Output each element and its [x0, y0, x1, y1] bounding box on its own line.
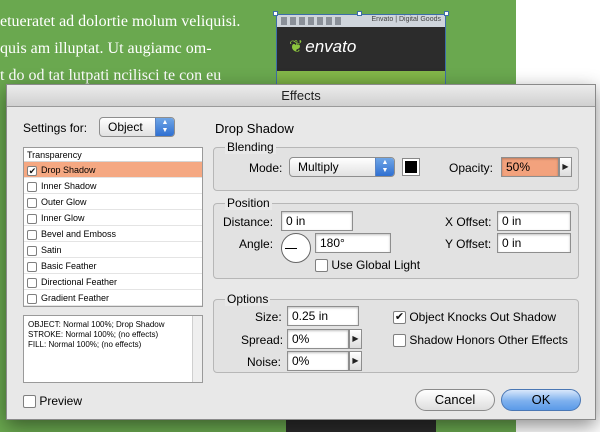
noise-label: Noise: [247, 355, 282, 369]
popup-arrows-icon: ▲ ▼ [375, 158, 394, 176]
browser-toolbar-graphic [281, 17, 341, 25]
effect-item-drop-shadow[interactable]: Drop Shadow [24, 162, 202, 178]
effects-dialog: Effects Settings for: Object ▲ ▼ Transpar… [6, 84, 596, 420]
global-light-label: Use Global Light [331, 258, 421, 272]
effect-label: Directional Feather [41, 277, 118, 287]
effect-checkbox[interactable] [27, 213, 37, 224]
effect-checkbox[interactable] [27, 165, 37, 176]
mode-label: Mode: [249, 161, 283, 175]
effect-checkbox[interactable] [27, 293, 37, 304]
knocks-out-label: Object Knocks Out Shadow [409, 310, 557, 324]
effect-item-directional-feather[interactable]: Directional Feather [24, 274, 202, 290]
effect-item-inner-glow[interactable]: Inner Glow [24, 210, 202, 226]
effect-label: Gradient Feather [41, 293, 110, 303]
noise-field[interactable]: 0% [287, 351, 349, 371]
effect-checkbox[interactable] [27, 245, 37, 256]
opacity-label: Opacity: [449, 161, 494, 175]
effect-item-inner-shadow[interactable]: Inner Shadow [24, 178, 202, 194]
angle-label: Angle: [239, 237, 274, 251]
blend-mode-value: Multiply [298, 160, 339, 174]
opacity-stepper[interactable]: ▶ [559, 157, 572, 177]
section-title: Drop Shadow [215, 121, 294, 136]
effect-checkbox[interactable] [27, 197, 37, 208]
effect-label: Bevel and Emboss [41, 229, 117, 239]
document-text-line: etueratet ad dolortie molum veliquisi. [0, 13, 241, 30]
preview-label: Preview [39, 394, 83, 408]
effect-checkbox[interactable] [27, 229, 37, 240]
effect-item-outer-glow[interactable]: Outer Glow [24, 194, 202, 210]
options-title: Options [225, 292, 271, 306]
effects-summary: OBJECT: Normal 100%; Drop Shadow STROKE:… [23, 315, 203, 383]
size-label: Size: [255, 310, 282, 324]
effect-label: Outer Glow [41, 197, 87, 207]
envato-logo: ❦ envato [289, 37, 356, 57]
selection-handle[interactable] [273, 11, 278, 16]
angle-field[interactable]: 180° [315, 233, 391, 253]
distance-field[interactable]: 0 in [281, 211, 353, 231]
size-field[interactable]: 0.25 in [287, 306, 359, 326]
effect-item-gradient-feather[interactable]: Gradient Feather [24, 290, 202, 306]
effect-checkbox[interactable] [27, 261, 37, 272]
popup-arrows-icon: ▲ ▼ [155, 118, 174, 136]
summary-line: OBJECT: Normal 100%; Drop Shadow [28, 320, 165, 329]
spread-label: Spread: [241, 333, 284, 347]
effect-checkbox[interactable] [27, 277, 37, 288]
effect-label: Drop Shadow [41, 165, 96, 175]
dialog-title: Effects [7, 85, 595, 107]
angle-dial[interactable] [281, 233, 311, 263]
opacity-field[interactable]: 50% [501, 157, 559, 177]
effect-item-bevel-emboss[interactable]: Bevel and Emboss [24, 226, 202, 242]
browser-tab-text: Envato | Digital Goods [371, 16, 441, 23]
effect-label: Inner Shadow [41, 181, 97, 191]
global-light-option[interactable]: Use Global Light [315, 258, 421, 273]
effects-list: Transparency Drop Shadow Inner Shadow Ou… [23, 147, 203, 307]
knocks-out-checkbox[interactable] [393, 311, 406, 325]
preview-checkbox[interactable] [23, 395, 36, 409]
effect-item-basic-feather[interactable]: Basic Feather [24, 258, 202, 274]
x-offset-label: X Offset: [445, 215, 492, 229]
effect-label: Inner Glow [41, 213, 85, 223]
global-light-checkbox[interactable] [315, 259, 328, 273]
y-offset-field[interactable]: 0 in [497, 233, 571, 253]
y-offset-label: Y Offset: [445, 237, 492, 251]
knocks-out-option[interactable]: Object Knocks Out Shadow [393, 310, 557, 325]
logo-text: envato [305, 37, 357, 56]
blending-title: Blending [225, 140, 276, 154]
angle-dial-hand [285, 248, 297, 249]
effect-item-satin[interactable]: Satin [24, 242, 202, 258]
honors-effects-checkbox[interactable] [393, 334, 406, 348]
settings-for-select[interactable]: Object ▲ ▼ [99, 117, 175, 137]
x-offset-field[interactable]: 0 in [497, 211, 571, 231]
summary-line: STROKE: Normal 100%; (no effects) [28, 330, 159, 339]
honors-effects-option[interactable]: Shadow Honors Other Effects [393, 333, 568, 348]
summary-scrollbar[interactable] [192, 316, 202, 382]
blend-mode-select[interactable]: Multiply ▲ ▼ [289, 157, 395, 177]
ok-button[interactable]: OK [501, 389, 581, 411]
settings-for-value: Object [108, 120, 143, 134]
effects-list-header: Transparency [24, 148, 202, 162]
settings-for-label: Settings for: [23, 121, 88, 135]
effect-label: Basic Feather [41, 261, 97, 271]
leaf-icon: ❦ [289, 37, 304, 56]
effect-checkbox[interactable] [27, 181, 37, 192]
distance-label: Distance: [223, 215, 274, 229]
selection-handle[interactable] [357, 11, 362, 16]
document-body-text: etueratet ad dolortie molum veliquisi. q… [0, 8, 270, 89]
noise-stepper[interactable]: ▶ [349, 351, 362, 371]
preview-option[interactable]: Preview [23, 394, 83, 409]
position-title: Position [225, 196, 272, 210]
document-text-line: quis am illuptat. Ut augiamc om- [0, 40, 212, 57]
spread-stepper[interactable]: ▶ [349, 329, 362, 349]
shadow-color-swatch[interactable] [402, 158, 420, 176]
spread-field[interactable]: 0% [287, 329, 349, 349]
summary-line: FILL: Normal 100%; (no effects) [28, 340, 142, 349]
selection-handle[interactable] [444, 11, 449, 16]
cancel-button[interactable]: Cancel [415, 389, 495, 411]
honors-effects-label: Shadow Honors Other Effects [409, 333, 568, 347]
effect-label: Satin [41, 245, 62, 255]
